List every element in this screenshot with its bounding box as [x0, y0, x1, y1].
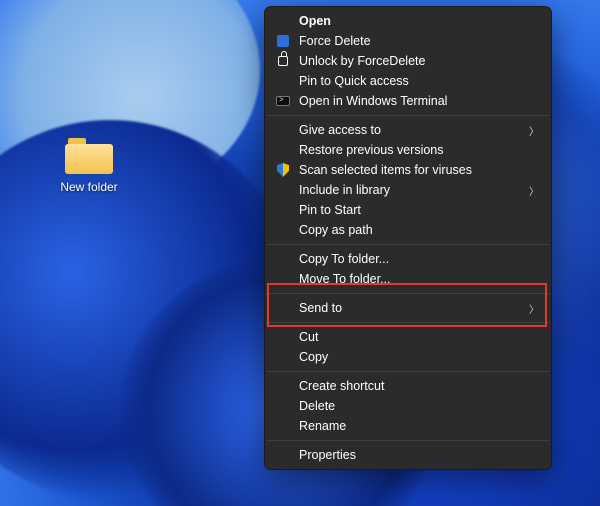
menu-force-delete-label: Force Delete: [299, 34, 371, 48]
menu-copy-to-folder-label: Copy To folder...: [299, 252, 389, 266]
menu-pin-quick-access[interactable]: Pin to Quick access: [265, 71, 551, 91]
menu-separator: [266, 293, 550, 294]
menu-include-library-label: Include in library: [299, 183, 390, 197]
terminal-icon: [275, 93, 291, 109]
menu-scan-viruses-label: Scan selected items for viruses: [299, 163, 472, 177]
menu-cut-label: Cut: [299, 330, 318, 344]
chevron-right-icon: 〉: [529, 183, 539, 198]
menu-separator: [266, 244, 550, 245]
force-delete-icon: [275, 33, 291, 49]
menu-properties[interactable]: Properties: [265, 445, 551, 465]
menu-move-to-folder-label: Move To folder...: [299, 272, 391, 286]
menu-copy-to-folder[interactable]: Copy To folder...: [265, 249, 551, 269]
context-menu: Open Force Delete Unlock by ForceDelete …: [264, 6, 552, 470]
menu-delete[interactable]: Delete: [265, 396, 551, 416]
chevron-right-icon: 〉: [529, 123, 539, 138]
unlock-icon: [275, 53, 291, 69]
menu-scan-viruses[interactable]: Scan selected items for viruses: [265, 160, 551, 180]
menu-copy-label: Copy: [299, 350, 328, 364]
menu-create-shortcut[interactable]: Create shortcut: [265, 376, 551, 396]
menu-include-library[interactable]: Include in library 〉: [265, 180, 551, 200]
menu-give-access-label: Give access to: [299, 123, 381, 137]
menu-unlock-force-delete-label: Unlock by ForceDelete: [299, 54, 425, 68]
menu-copy-as-path[interactable]: Copy as path: [265, 220, 551, 240]
menu-copy-as-path-label: Copy as path: [299, 223, 373, 237]
menu-restore-versions-label: Restore previous versions: [299, 143, 444, 157]
menu-rename-label: Rename: [299, 419, 346, 433]
menu-pin-start[interactable]: Pin to Start: [265, 200, 551, 220]
menu-cut[interactable]: Cut: [265, 327, 551, 347]
menu-send-to-label: Send to: [299, 301, 342, 315]
menu-move-to-folder[interactable]: Move To folder...: [265, 269, 551, 289]
menu-delete-label: Delete: [299, 399, 335, 413]
menu-unlock-force-delete[interactable]: Unlock by ForceDelete: [265, 51, 551, 71]
menu-separator: [266, 115, 550, 116]
menu-separator: [266, 322, 550, 323]
desktop-background[interactable]: New folder Open Force Delete Unlock by F…: [0, 0, 600, 506]
menu-open[interactable]: Open: [265, 11, 551, 31]
chevron-right-icon: 〉: [529, 301, 539, 316]
menu-force-delete[interactable]: Force Delete: [265, 31, 551, 51]
menu-restore-versions[interactable]: Restore previous versions: [265, 140, 551, 160]
menu-open-terminal-label: Open in Windows Terminal: [299, 94, 447, 108]
menu-open-label: Open: [299, 14, 331, 28]
menu-create-shortcut-label: Create shortcut: [299, 379, 384, 393]
menu-open-terminal[interactable]: Open in Windows Terminal: [265, 91, 551, 111]
menu-properties-label: Properties: [299, 448, 356, 462]
menu-pin-quick-access-label: Pin to Quick access: [299, 74, 409, 88]
shield-icon: [275, 162, 291, 178]
folder-label: New folder: [52, 180, 126, 194]
menu-rename[interactable]: Rename: [265, 416, 551, 436]
desktop-folder[interactable]: New folder: [52, 138, 126, 194]
folder-icon: [65, 138, 113, 174]
menu-pin-start-label: Pin to Start: [299, 203, 361, 217]
menu-separator: [266, 440, 550, 441]
menu-send-to[interactable]: Send to 〉: [265, 298, 551, 318]
menu-give-access[interactable]: Give access to 〉: [265, 120, 551, 140]
menu-separator: [266, 371, 550, 372]
menu-copy[interactable]: Copy: [265, 347, 551, 367]
